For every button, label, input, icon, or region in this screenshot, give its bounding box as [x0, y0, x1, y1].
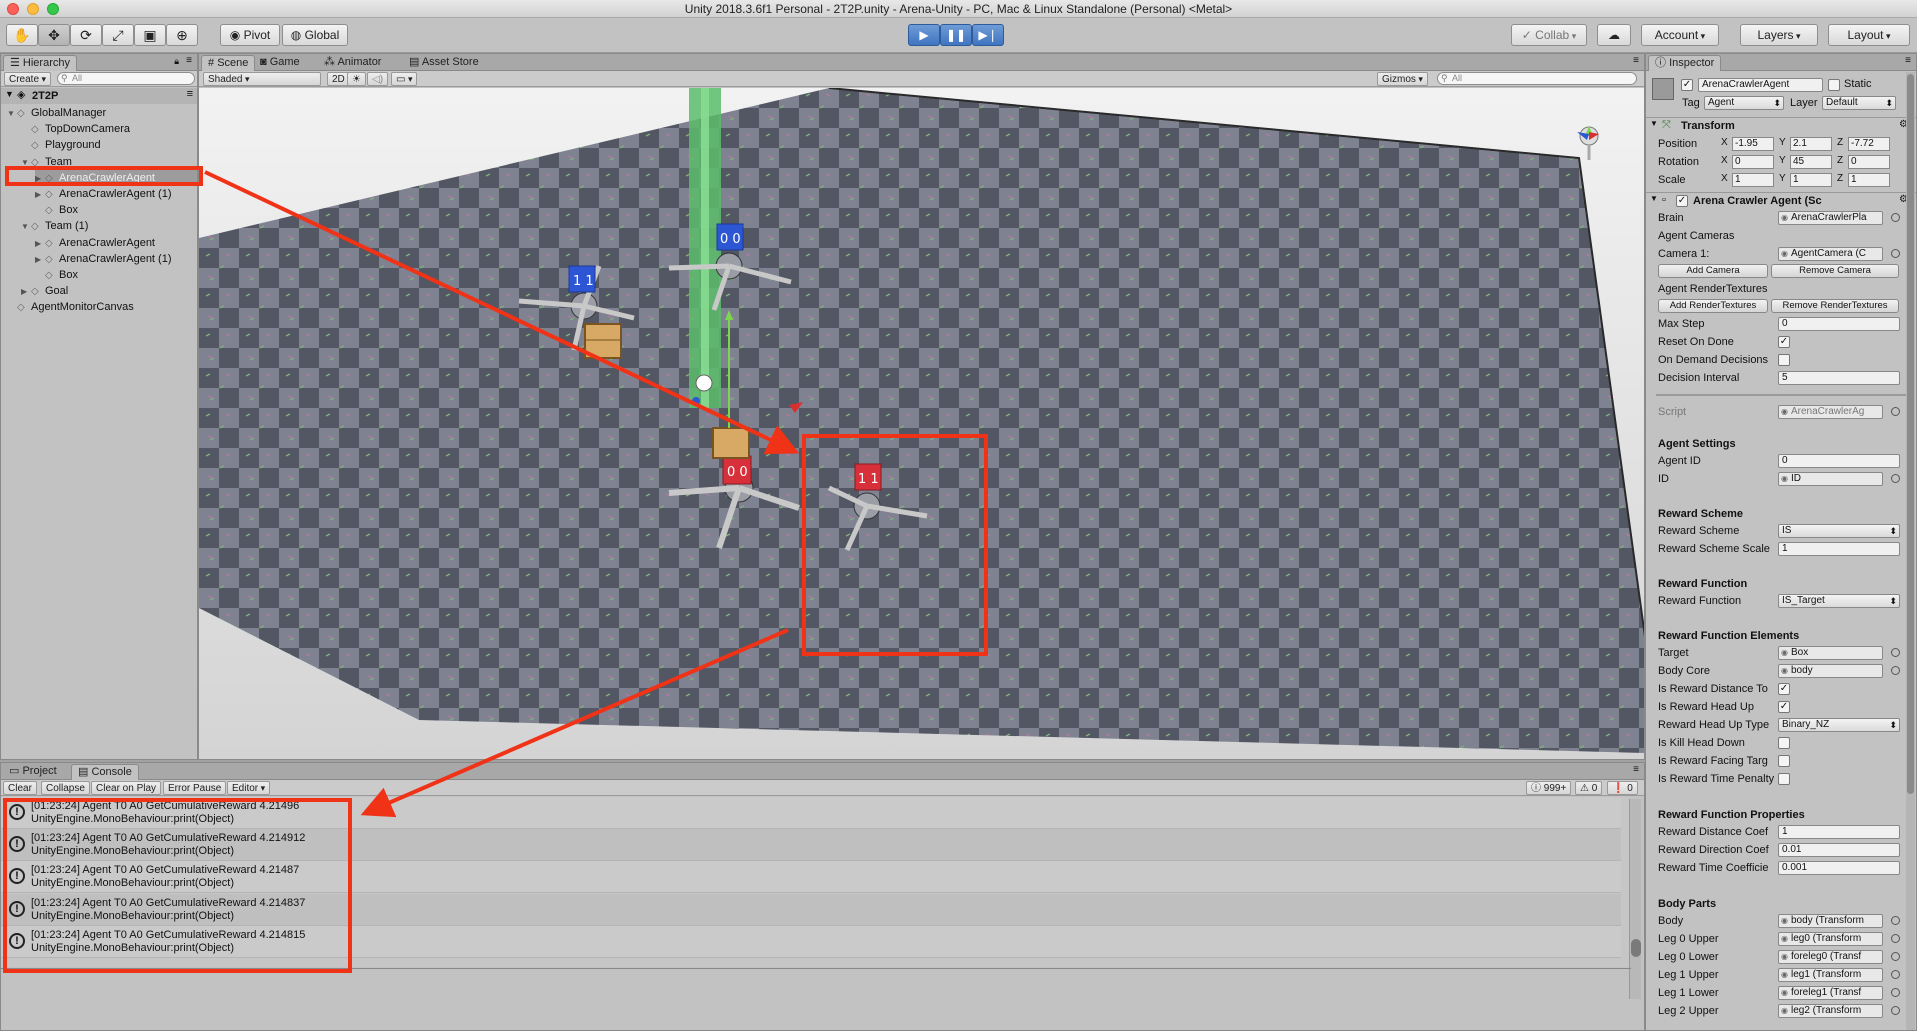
arrow-to-console — [360, 628, 789, 818]
arrow-to-scene — [204, 170, 800, 455]
annotation-arrows — [204, 170, 800, 818]
